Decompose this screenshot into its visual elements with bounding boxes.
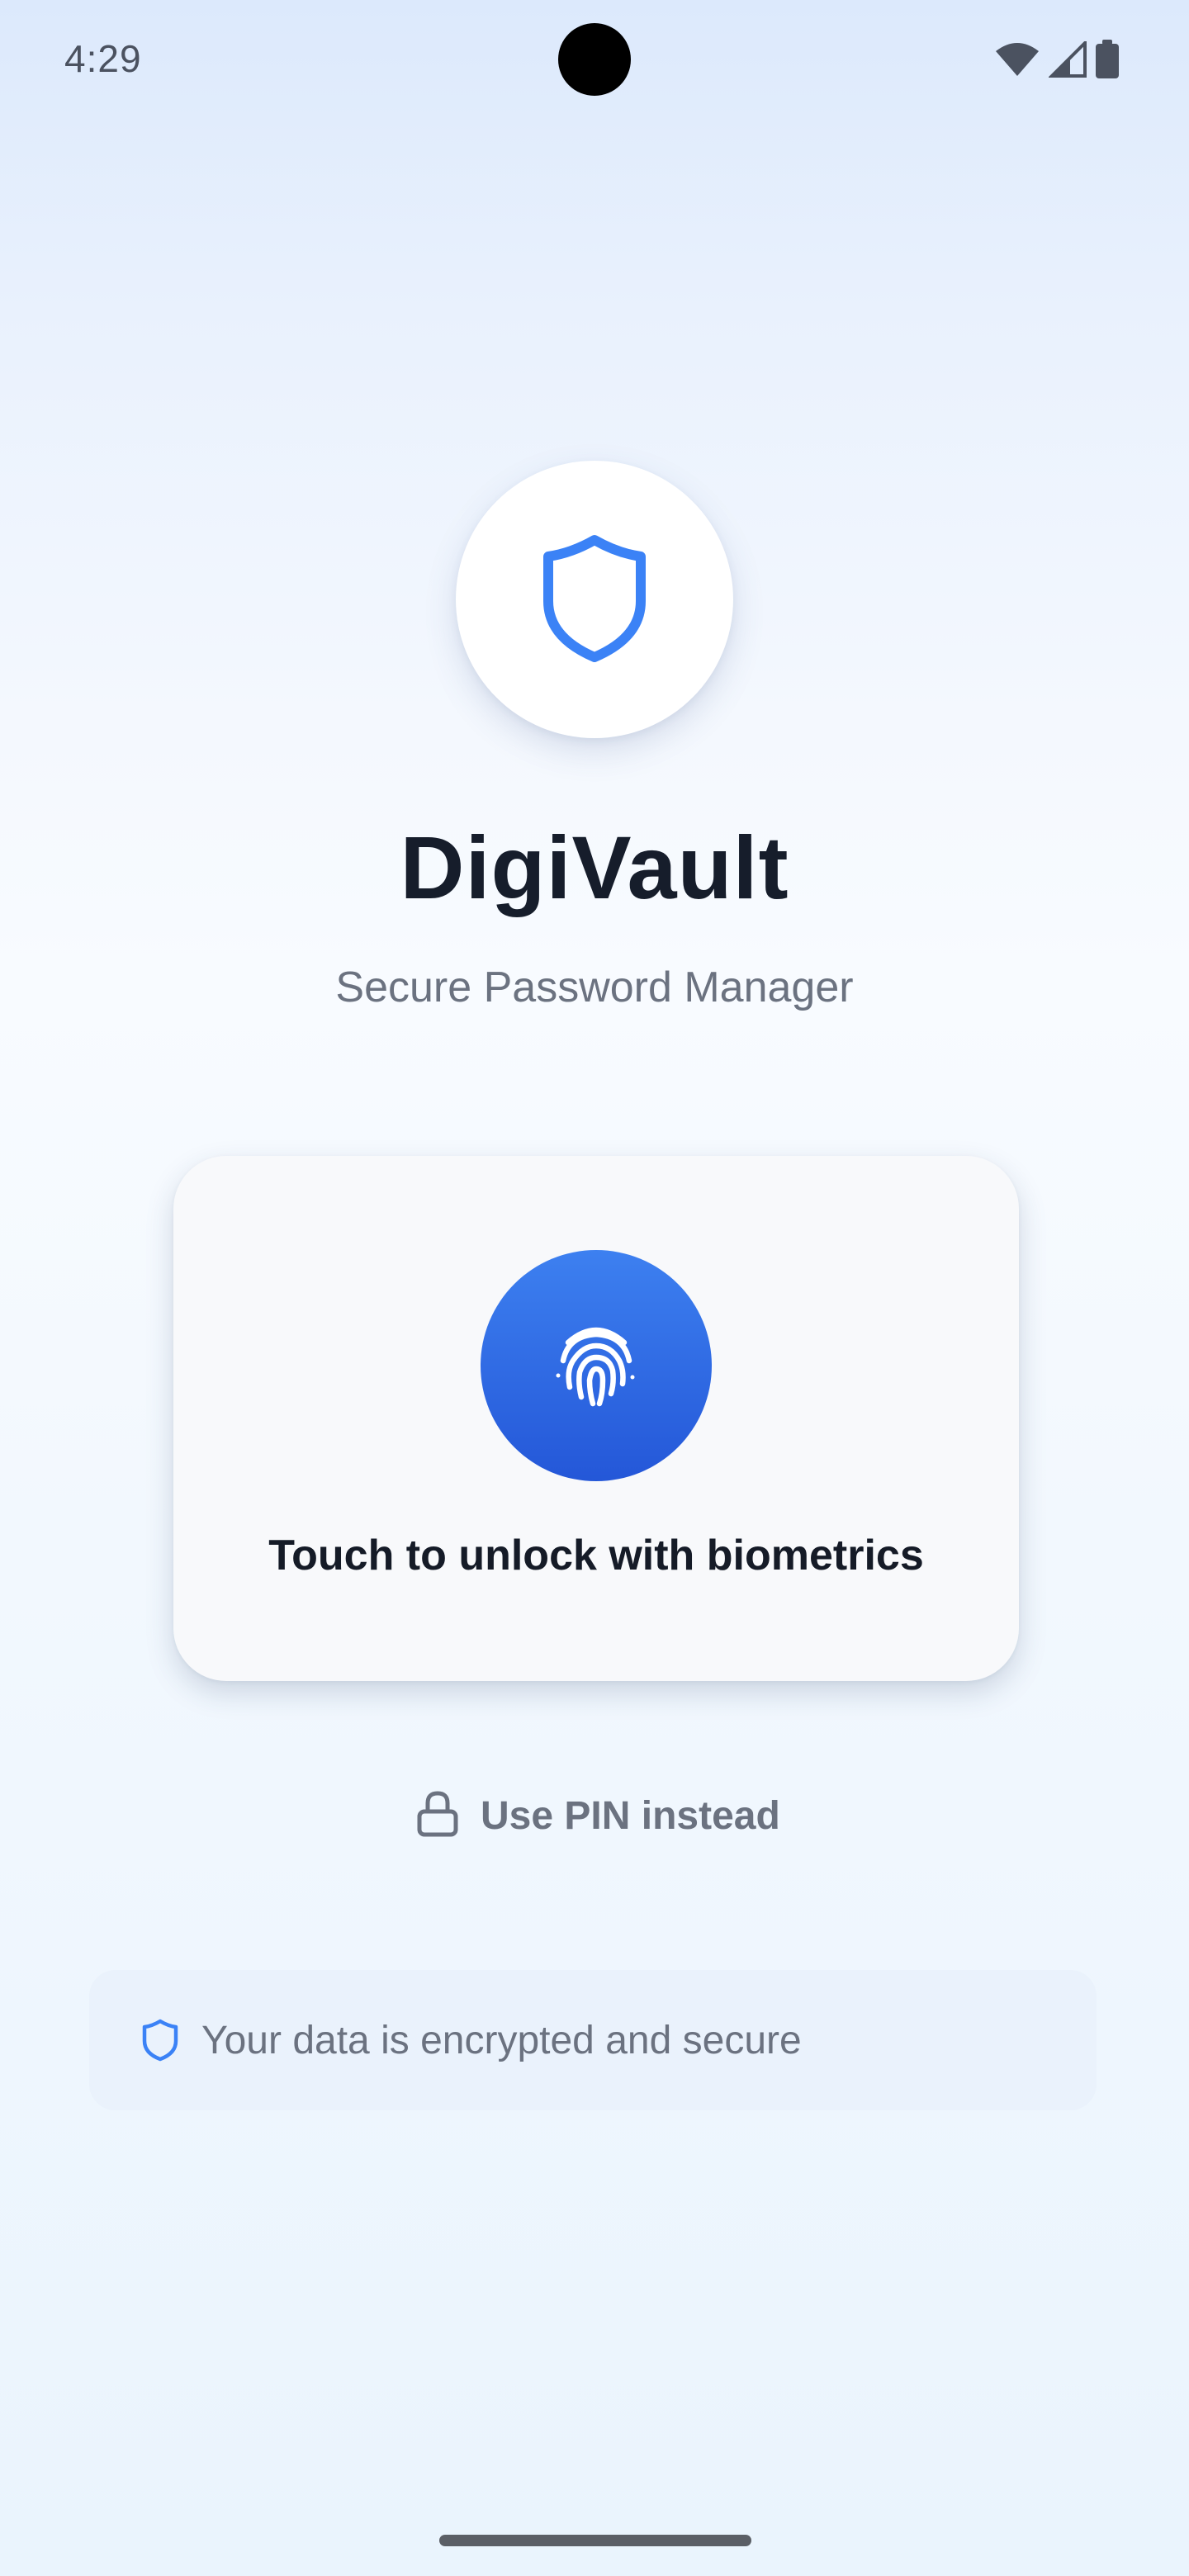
status-time: 4:29 (64, 37, 142, 80)
camera-cutout (558, 23, 631, 96)
cellular-signal-icon (1049, 41, 1087, 78)
app-subtitle: Secure Password Manager (335, 964, 854, 1011)
status-bar: 4:29 (0, 0, 1189, 116)
fingerprint-unlock-button[interactable] (481, 1250, 712, 1481)
use-pin-label: Use PIN instead (481, 1793, 780, 1838)
shield-icon (540, 533, 649, 666)
battery-icon (1095, 40, 1120, 79)
biometric-unlock-label: Touch to unlock with biometrics (268, 1532, 924, 1579)
status-icons (994, 38, 1120, 81)
use-pin-button[interactable]: Use PIN instead (416, 1787, 780, 1844)
wifi-icon (994, 41, 1040, 78)
security-note: Your data is encrypted and secure (89, 1970, 1097, 2110)
shield-icon (142, 2019, 178, 2062)
fingerprint-icon (550, 1318, 642, 1414)
home-indicator[interactable] (439, 2535, 751, 2546)
lock-icon (416, 1790, 459, 1842)
security-note-text: Your data is encrypted and secure (201, 2018, 802, 2062)
biometric-unlock-card[interactable]: Touch to unlock with biometrics (173, 1156, 1019, 1681)
app-logo (456, 461, 733, 738)
app-title: DigiVault (400, 817, 789, 917)
